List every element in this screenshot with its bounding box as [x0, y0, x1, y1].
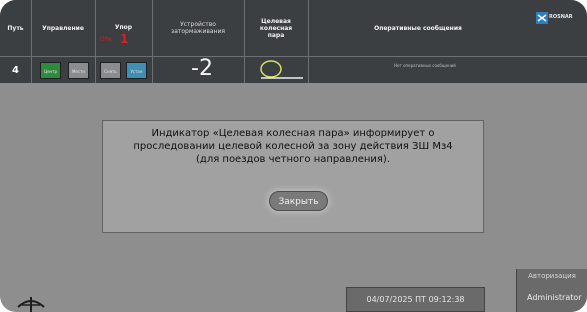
auth-title: Авторизация — [528, 272, 576, 280]
header-wheel-pair: Целевая колесная пара — [259, 17, 293, 39]
header-stop: Упор — [114, 24, 133, 31]
screen: Путь Управление Упор Устройство затормаж… — [0, 0, 587, 312]
brand-name: ROSNAR — [549, 14, 573, 20]
stop-set-button[interactable]: Устан — [126, 62, 147, 79]
way-number: 4 — [12, 64, 19, 76]
stop-remove-button[interactable]: Снять — [100, 62, 121, 79]
col-divider — [308, 0, 309, 83]
close-button[interactable]: Закрыть — [269, 191, 328, 211]
auth-panel[interactable]: Авторизация Administrator — [516, 269, 587, 312]
header-divider — [0, 56, 587, 57]
header-way: Путь — [7, 24, 24, 32]
dialog-message: Индикатор «Целевая колесная пара» информ… — [133, 128, 453, 165]
current-user[interactable]: Administrator — [527, 293, 587, 302]
datetime-display: 04/07/2025 ПТ 09:12:38 — [346, 287, 485, 312]
device-value: -2 — [191, 56, 213, 81]
col-divider — [152, 0, 153, 83]
brand-logo-icon — [536, 12, 548, 24]
railway-logo-icon — [17, 297, 45, 312]
control-center-button[interactable]: Центр — [40, 62, 61, 79]
info-dialog: Индикатор «Целевая колесная пара» информ… — [102, 120, 484, 233]
col-divider — [95, 0, 96, 83]
col-divider — [31, 0, 32, 83]
stop-state-value: 1 — [120, 32, 129, 46]
header-control: Управление — [42, 24, 84, 32]
header-messages: Оперативные сообщения — [374, 24, 462, 32]
status-panel: Путь Управление Упор Устройство затормаж… — [0, 0, 587, 83]
wheel-pair-icon[interactable] — [257, 59, 307, 81]
header-device: Устройство затормаживания — [171, 21, 225, 35]
stop-state-label: Отк — [100, 36, 112, 43]
control-local-button[interactable]: Местн — [68, 62, 89, 79]
operational-message: Нет оперативных сообщений — [394, 63, 456, 68]
col-divider — [244, 0, 245, 83]
